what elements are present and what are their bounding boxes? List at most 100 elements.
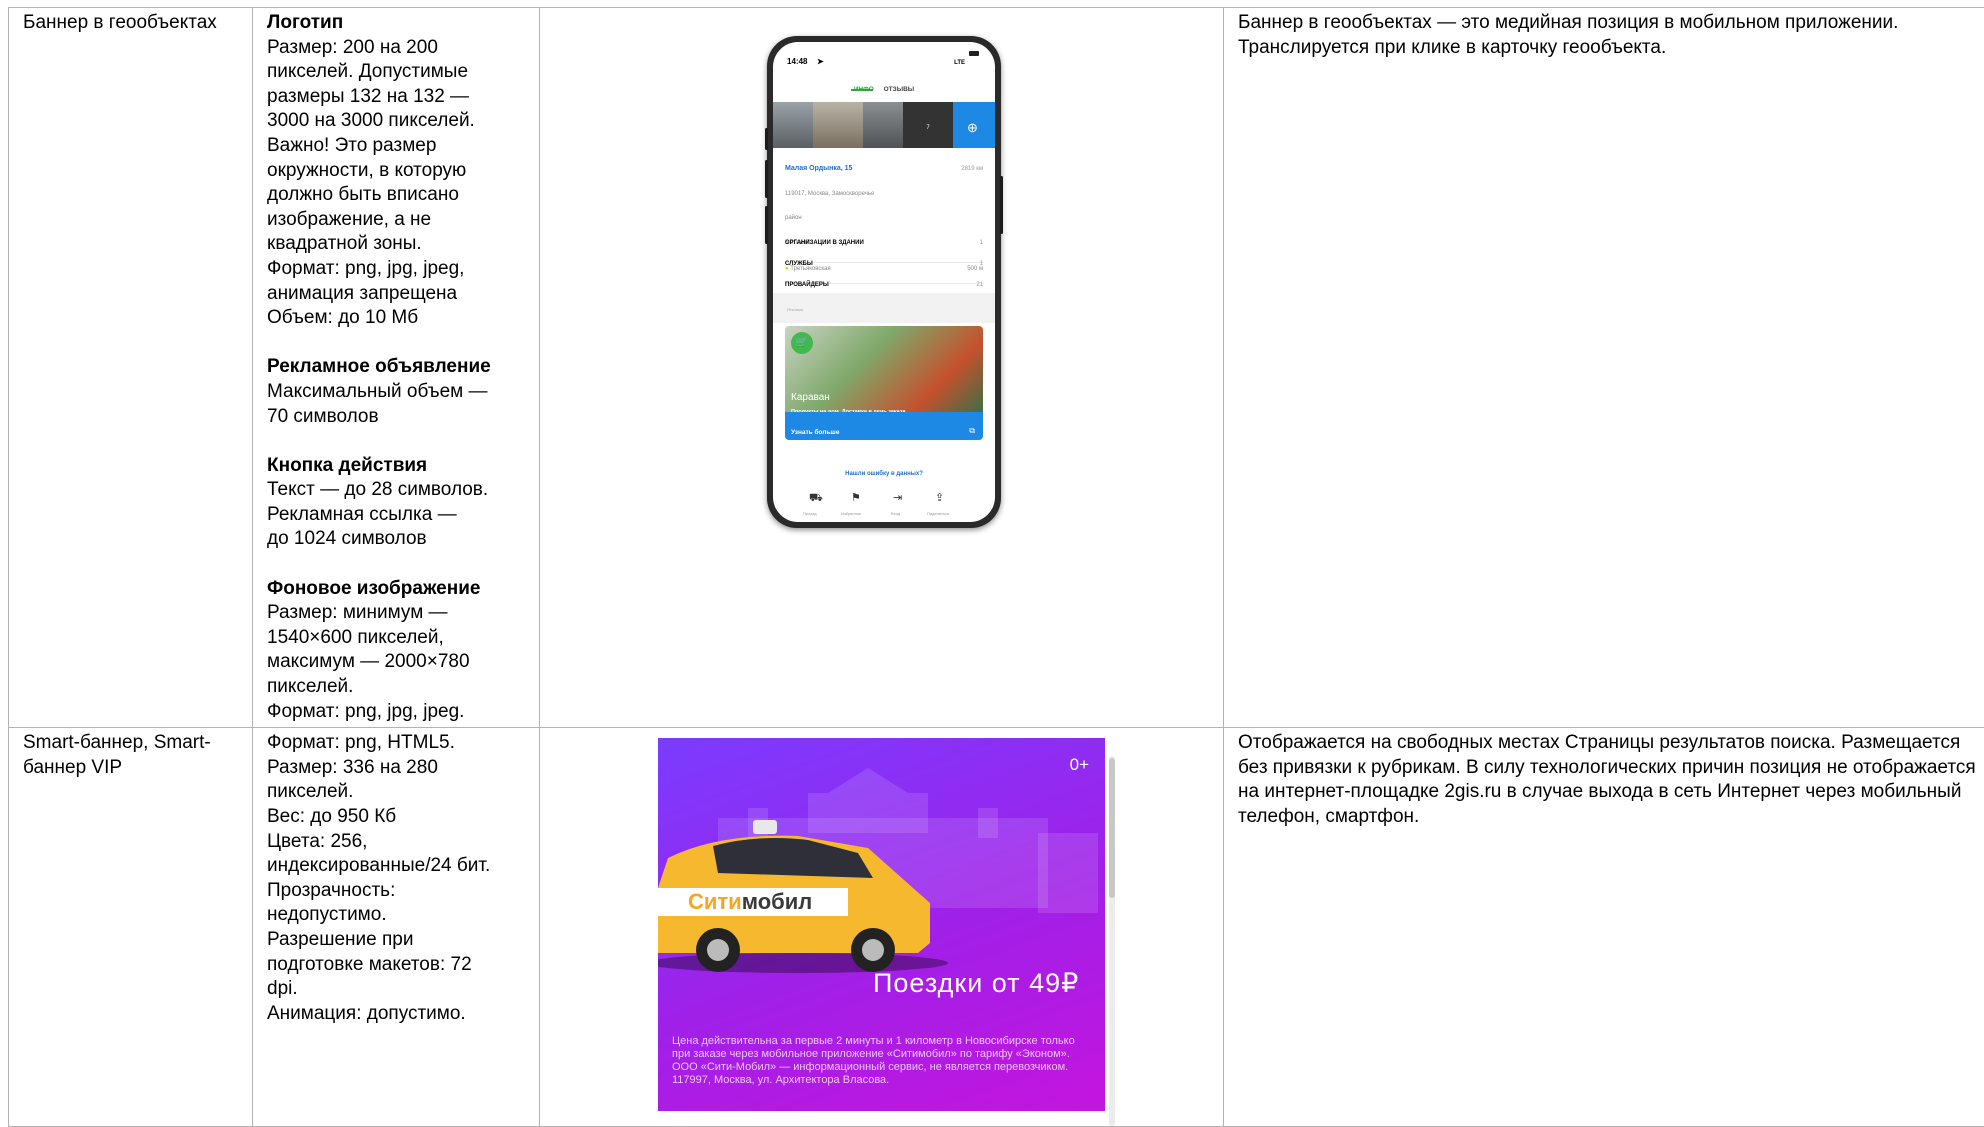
format-name: Баннер в геообъектах — [23, 12, 217, 33]
address-line: 119017, Москва, Замоскворечье — [785, 182, 983, 207]
list-item-label: ПРОВАЙДЕРЫ — [785, 282, 829, 288]
external-link-icon: ⧉ — [969, 419, 975, 440]
section-heading: Рекламное объявление — [267, 355, 525, 380]
address-title[interactable]: Малая Ордынка, 15 — [785, 165, 852, 172]
banner-fine-print: Цена действительна за первые 2 минуты и … — [672, 1035, 1092, 1087]
section-heading: Логотип — [267, 11, 525, 36]
photo-thumb[interactable] — [773, 102, 813, 148]
location-arrow-icon: ➤ — [817, 50, 824, 75]
battery-icon — [969, 51, 979, 56]
description: Баннер в геообъектах — это медийная пози… — [1238, 12, 1898, 58]
spec-line: Прозрачность: — [267, 879, 525, 904]
nav-label: Избранное — [841, 502, 861, 522]
photo-thumb[interactable] — [863, 102, 903, 148]
spec-line: пикселей. Допустимые — [267, 60, 525, 85]
spec-line: 70 символов — [267, 405, 525, 430]
spec-line: Формат: png, jpg, jpeg. — [267, 700, 525, 725]
spec-line: максимум — 2000×780 — [267, 650, 525, 675]
nav-label: Поделиться — [927, 502, 949, 522]
spec-line: 1540×600 пикселей, — [267, 626, 525, 651]
spec-line: пикселей. — [267, 675, 525, 700]
example-image-cell: 14:48 ➤ LTE ИНФО ОТЗЫВЫ 7 — [540, 8, 1224, 728]
nav-label: Вход — [891, 502, 900, 522]
spacer — [267, 552, 525, 577]
section-heading: Кнопка действия — [267, 454, 525, 479]
phone-side-button — [1000, 176, 1003, 234]
spec-line: Формат: png, jpg, jpeg, — [267, 257, 525, 282]
smart-banner-example: Ситимобил 0+ Поездки от 49₽ Цена действи… — [658, 738, 1105, 1111]
spec-line: Разрешение при — [267, 928, 525, 953]
spec-line: должно быть вписано — [267, 183, 525, 208]
spec-line: недопустимо. — [267, 903, 525, 928]
spacer — [267, 429, 525, 454]
photo-thumb[interactable] — [813, 102, 863, 148]
card-tabs: ИНФО ОТЗЫВЫ — [773, 78, 995, 103]
spec-line: до 1024 символов — [267, 527, 525, 552]
tab-reviews[interactable]: ОТЗЫВЫ — [884, 86, 915, 93]
tab-underline — [851, 89, 873, 91]
format-name: Smart-баннер, Smart-баннер VIP — [23, 732, 211, 778]
spec-line: Вес: до 950 Кб — [267, 805, 525, 830]
brand-part: Сити — [688, 889, 742, 914]
spec-line: пикселей. — [267, 780, 525, 805]
phone-side-button — [765, 160, 768, 198]
description-cell: Отображается на свободных местах Страниц… — [1224, 728, 1984, 1127]
spacer — [267, 331, 525, 356]
table-row: Баннер в геообъектах Логотип Размер: 200… — [9, 8, 1984, 728]
ad-tag: Реклама — [787, 298, 803, 323]
spec-line: квадратной зоны. — [267, 232, 525, 257]
age-rating: 0+ — [1070, 753, 1089, 778]
photo-count: 7 — [903, 116, 953, 141]
scrollbar-thumb[interactable] — [1109, 758, 1115, 898]
ad-action-button[interactable]: Узнать больше ⧉ — [785, 412, 983, 440]
photo-strip[interactable]: 7 ФОТО ⊕ — [773, 102, 995, 148]
network-label: LTE — [954, 51, 965, 76]
address-line: район — [785, 206, 983, 231]
section-heading: Фоновое изображение — [267, 577, 525, 602]
spec-line: Рекламная ссылка — — [267, 503, 525, 528]
distance: 2819 км — [961, 157, 983, 182]
spec-line: Размер: 200 на 200 — [267, 36, 525, 61]
geo-ad-banner[interactable]: 🛒 Караван Продукты на дом. Доставка в де… — [785, 326, 983, 440]
ad-separator: Реклама — [773, 293, 995, 323]
taxi-brand-logo: Ситимобил — [688, 890, 812, 915]
example-image-cell: Ситимобил 0+ Поездки от 49₽ Цена действи… — [540, 728, 1224, 1127]
description-cell: Баннер в геообъектах — это медийная пози… — [1224, 8, 1984, 728]
list-item-label: ОРГАНИЗАЦИИ В ЗДАНИИ — [785, 240, 864, 246]
list-item-label: СЛУЖБЫ — [785, 261, 813, 267]
spec-line: анимация запрещена — [267, 282, 525, 307]
spec-line: Анимация: допустимо. — [267, 1002, 525, 1027]
photo-count-tile[interactable]: 7 ФОТО — [903, 102, 953, 148]
spec-line: Текст — до 28 символов. — [267, 478, 525, 503]
nav-label: Проезд — [803, 502, 817, 522]
spec-line: Размер: 336 на 280 — [267, 756, 525, 781]
spec-line: Цвета: 256, — [267, 830, 525, 855]
phone-screen: 14:48 ➤ LTE ИНФО ОТЗЫВЫ 7 — [773, 42, 995, 522]
banner-title: Поездки от 49₽ — [873, 971, 1079, 996]
requirements-cell: Формат: png, HTML5. Размер: 336 на 280 п… — [253, 728, 540, 1127]
spec-line: Объем: до 10 Мб — [267, 306, 525, 331]
cart-logo-icon: 🛒 — [791, 332, 813, 354]
camera-plus-icon: ⊕ — [967, 116, 978, 141]
table-row: Smart-баннер, Smart-баннер VIP Формат: p… — [9, 728, 1984, 1127]
spec-line: индексированные/24 бит. — [267, 854, 525, 879]
phone-mockup: 14:48 ➤ LTE ИНФО ОТЗЫВЫ 7 — [767, 36, 1001, 528]
status-time: 14:48 — [787, 50, 807, 75]
spec-line: размеры 132 на 132 — — [267, 85, 525, 110]
spec-line: Важно! Это размер — [267, 134, 525, 159]
spec-line: изображение, а не — [267, 208, 525, 233]
spec-table: Баннер в геообъектах Логотип Размер: 200… — [8, 7, 1984, 1127]
brand-part: мобил — [742, 889, 813, 914]
format-name-cell: Баннер в геообъектах — [9, 8, 253, 728]
description: Отображается на свободных местах Страниц… — [1238, 732, 1976, 827]
bottom-nav: ⛟ ⚑ ⇥ ⇪ Проезд Избранное Вход Поделиться — [773, 482, 995, 516]
add-photo-button[interactable]: ⊕ — [953, 102, 995, 148]
format-name-cell: Smart-баннер, Smart-баннер VIP — [9, 728, 253, 1127]
spec-line: 3000 на 3000 пикселей. — [267, 109, 525, 134]
phone-side-button — [765, 206, 768, 244]
spec-line: Формат: png, HTML5. — [267, 731, 525, 756]
spec-line: окружности, в которую — [267, 159, 525, 184]
requirements-cell: Логотип Размер: 200 на 200 пикселей. Доп… — [253, 8, 540, 728]
phone-side-button — [765, 128, 768, 150]
ad-button-label: Узнать больше — [791, 421, 839, 440]
